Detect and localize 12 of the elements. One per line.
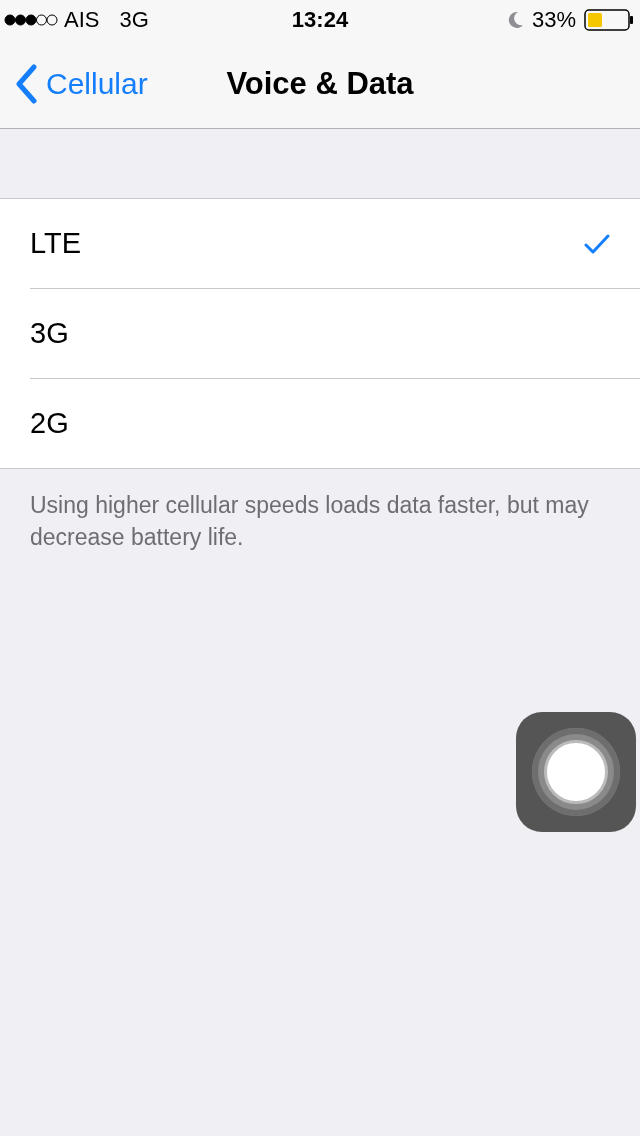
- screen-title: Voice & Data: [226, 66, 414, 102]
- footer-note: Using higher cellular speeds loads data faster, but may decrease battery life.: [30, 491, 590, 552]
- network-type: 3G: [119, 7, 149, 33]
- carrier-name: AIS: [64, 7, 100, 33]
- chevron-left-icon: [14, 64, 38, 104]
- back-button[interactable]: Cellular: [0, 64, 148, 104]
- signal-icon: [4, 14, 58, 26]
- clock-time: 13:24: [291, 7, 349, 33]
- moon-icon: [507, 11, 524, 29]
- battery-icon: [584, 9, 634, 31]
- battery-percent: 33%: [531, 7, 576, 33]
- assistive-touch-button[interactable]: [516, 712, 636, 832]
